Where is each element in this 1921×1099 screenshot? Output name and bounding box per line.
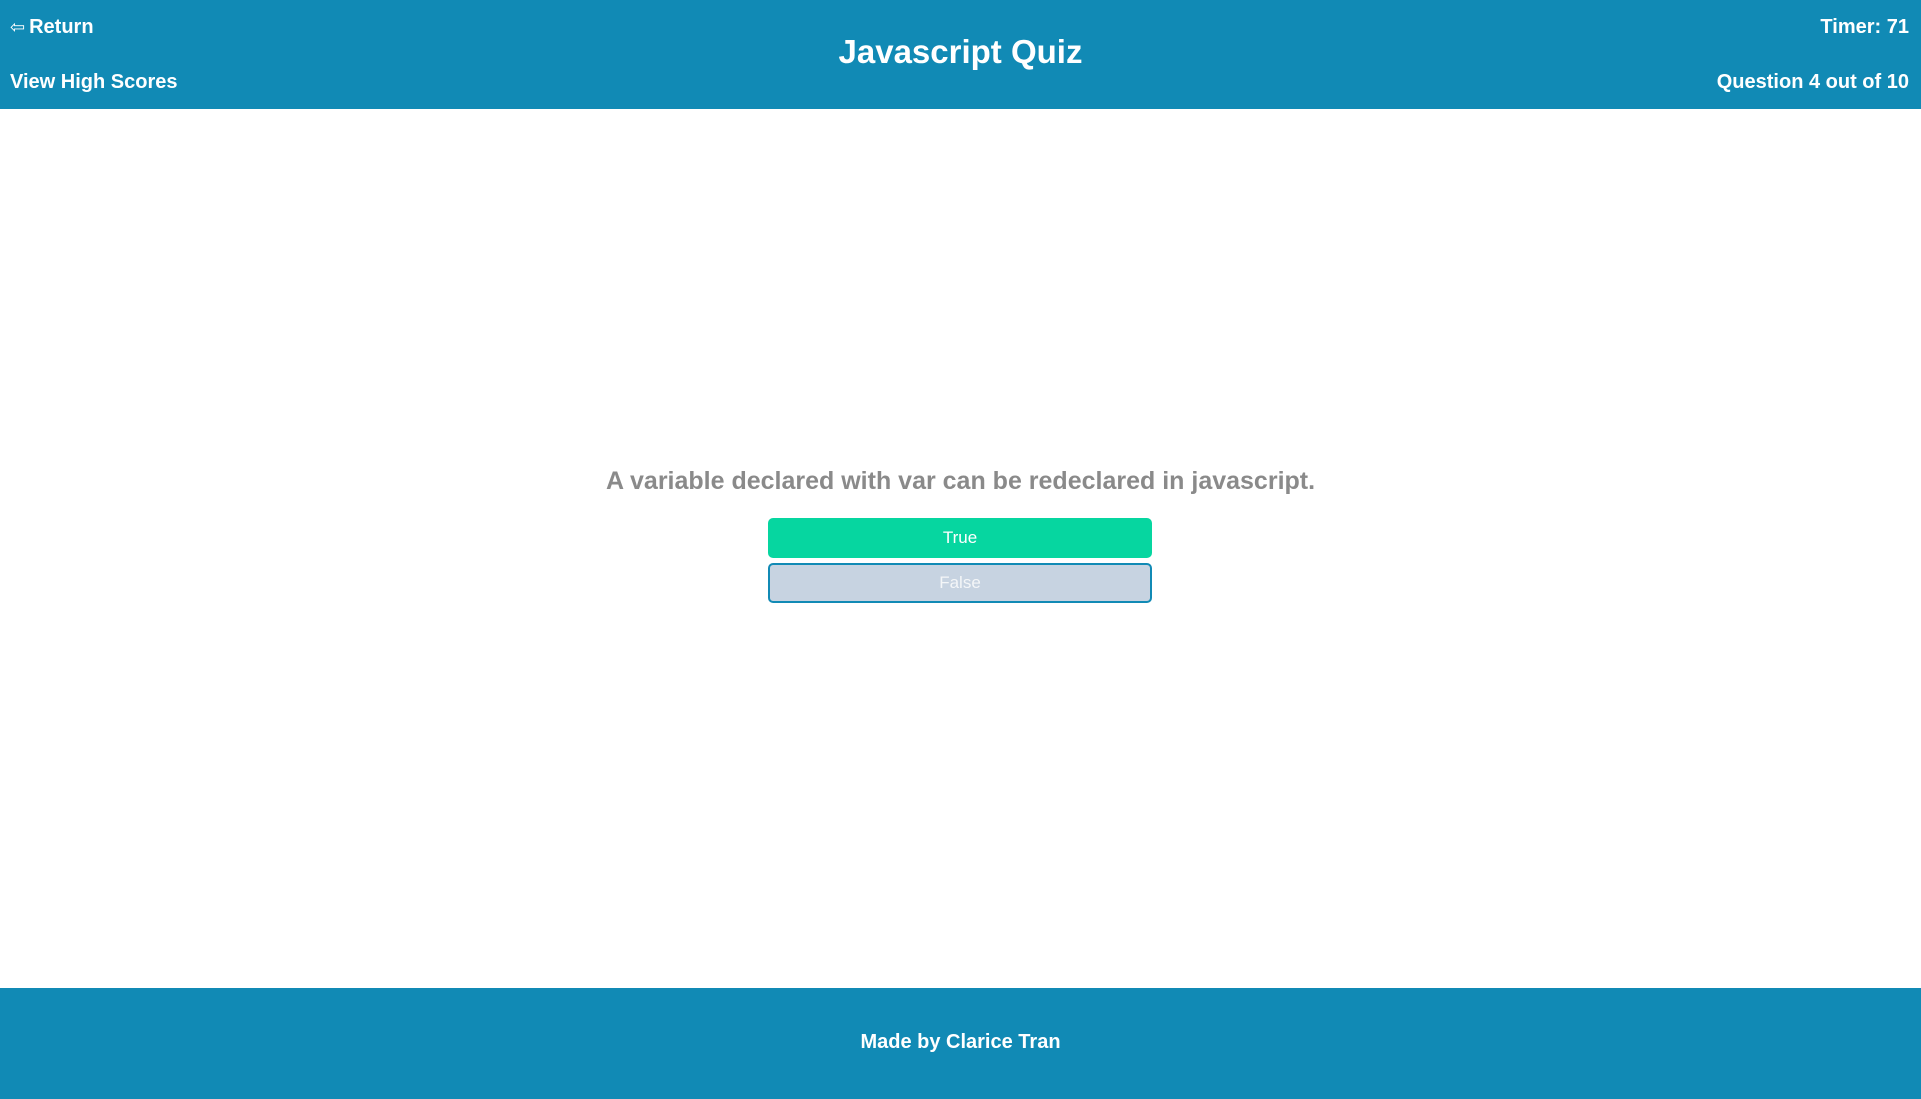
page-title: Javascript Quiz [838, 33, 1083, 70]
view-high-scores-link[interactable]: View High Scores [10, 71, 177, 94]
timer-display: Timer: 71 [1820, 16, 1909, 38]
footer-credit: Made by Clarice Tran [860, 1031, 1061, 1053]
question-text: A variable declared with var can be rede… [605, 467, 1316, 495]
answer-button-false[interactable]: False [768, 563, 1152, 603]
quiz-area: A variable declared with var can be rede… [0, 109, 1921, 988]
header-bar: ⇦ Return View High Scores Javascript Qui… [0, 0, 1921, 109]
question-counter: Question 4 out of 10 [1716, 71, 1909, 93]
answer-button-true[interactable]: True [768, 518, 1152, 558]
footer-bar: Made by Clarice Tran [0, 988, 1921, 1099]
